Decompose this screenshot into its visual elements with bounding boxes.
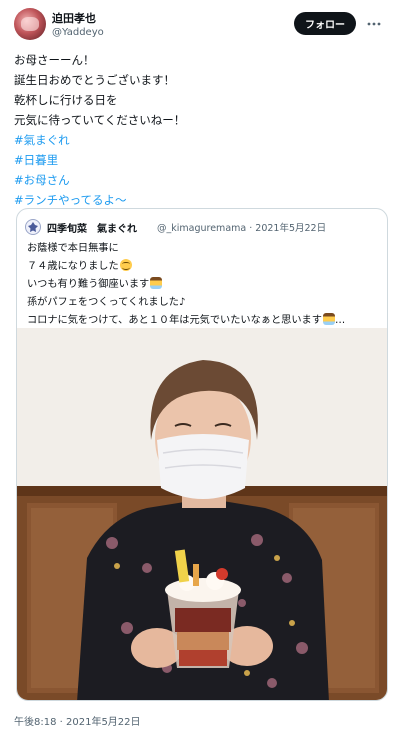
quoted-line: ７４歳になりました (27, 258, 385, 276)
quoted-avatar (25, 219, 41, 235)
hashtag-link[interactable]: #ランチやってるよ〜 (14, 190, 384, 210)
quoted-tweet-header: 四季旬菜 氣まぐれ @_kimaguremama · 2021年5月22日 (25, 219, 379, 235)
person-bowing-emoji (322, 313, 335, 325)
follow-button[interactable]: フォロー (294, 12, 356, 35)
quoted-tweet[interactable]: 四季旬菜 氣まぐれ @_kimaguremama · 2021年5月22日 お蔭… (16, 208, 388, 701)
quoted-photo[interactable] (17, 328, 387, 700)
quoted-line: いつも有り難う御座います (27, 276, 385, 294)
tweet-text: お母さーーん！ 誕生日おめでとうございます！ 乾杯しに行ける日を 元気に待ってい… (14, 50, 384, 210)
tweet-line: お母さーーん！ (14, 53, 95, 67)
tweet-line: 誕生日おめでとうございます！ (14, 73, 175, 87)
quoted-line: 孫がパフェをつくってくれました♪ (27, 297, 186, 308)
more-dots-icon[interactable] (362, 12, 386, 35)
hashtag-link[interactable]: #お母さん (14, 170, 384, 190)
author-name[interactable]: 迫田孝也 (52, 10, 96, 26)
quoted-author-name: 四季旬菜 氣まぐれ (47, 224, 137, 235)
tweet-line: 乾杯しに行ける日を (14, 93, 118, 107)
quoted-handle-date: @_kimaguremama · 2021年5月22日 (157, 223, 327, 234)
tweet-timestamp[interactable]: 午後8:18 · 2021年5月22日 (14, 713, 141, 728)
quoted-line: お蔭様で本日無事に (27, 243, 119, 254)
tweet-line: 元気に待っていてくださいねー！ (14, 113, 186, 127)
hashtag-link[interactable]: #日暮里 (14, 150, 384, 170)
smiling-face-emoji (119, 259, 132, 271)
person-bowing-emoji (150, 277, 163, 289)
author-handle[interactable]: @Yaddeyo (52, 27, 104, 38)
quoted-text: お蔭様で本日無事に ７４歳になりました いつも有り難う御座います 孫がパフェをつ… (27, 240, 385, 330)
hashtag-link[interactable]: #氣まぐれ (14, 130, 384, 150)
author-avatar[interactable] (14, 8, 46, 40)
photo-image (17, 328, 387, 700)
shop-logo-icon (28, 222, 38, 232)
tweet-header: 迫田孝也 @Yaddeyo フォロー (14, 8, 390, 42)
